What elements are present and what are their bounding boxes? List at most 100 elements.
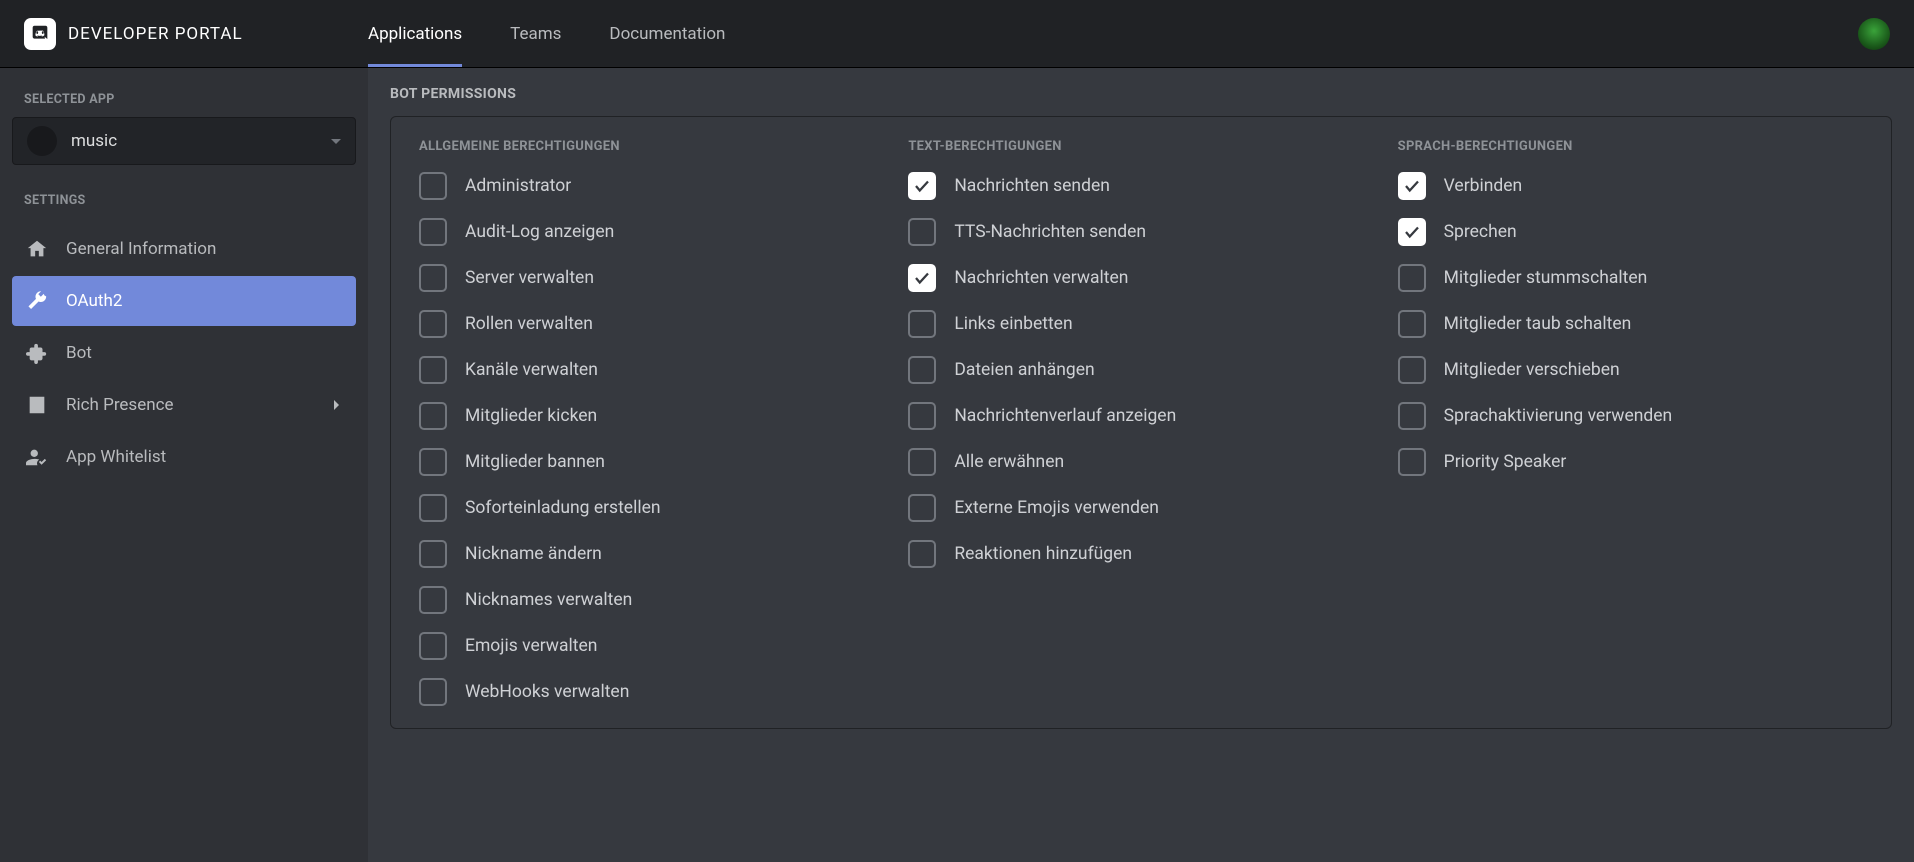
permission-label: Priority Speaker [1444,452,1567,472]
permission-checkbox[interactable]: Rollen verwalten [419,310,884,338]
chevron-down-icon [331,132,341,151]
nav-applications[interactable]: Applications [368,0,462,67]
checkbox-icon [419,678,447,706]
permission-label: Mitglieder stummschalten [1444,268,1648,288]
permission-label: Kanäle verwalten [465,360,598,380]
checkbox-icon [1398,356,1426,384]
checkbox-icon [1398,172,1426,200]
permission-checkbox[interactable]: Links einbetten [908,310,1373,338]
perm-list-general: Administrator Audit-Log anzeigen Server ve… [419,172,884,706]
permission-checkbox[interactable]: Nachrichtenverlauf anzeigen [908,402,1373,430]
checkbox-icon [419,632,447,660]
permission-checkbox[interactable]: Emojis verwalten [419,632,884,660]
permission-label: Mitglieder bannen [465,452,605,472]
nav-teams[interactable]: Teams [510,0,561,67]
sidebar-item-bot[interactable]: Bot [12,328,356,378]
permission-checkbox[interactable]: Mitglieder bannen [419,448,884,476]
permission-label: Audit-Log anzeigen [465,222,614,242]
permission-label: Rollen verwalten [465,314,593,334]
permission-label: Sprachaktivierung verwenden [1444,406,1673,426]
permission-checkbox[interactable]: Server verwalten [419,264,884,292]
app-selector[interactable]: music [12,117,356,165]
permission-checkbox[interactable]: Nickname ändern [419,540,884,568]
permission-checkbox[interactable]: Nachrichten verwalten [908,264,1373,292]
wrench-icon [26,290,48,312]
perm-col-general: ALLGEMEINE BERECHTIGUNGEN AdministratorA… [419,139,884,706]
permission-checkbox[interactable]: Sprechen [1398,218,1863,246]
checkbox-icon [419,402,447,430]
settings-label: SETTINGS [12,193,356,218]
permission-label: Externe Emojis verwenden [954,498,1159,518]
permission-checkbox[interactable]: Audit-Log anzeigen [419,218,884,246]
permission-label: Administrator [465,176,571,196]
checkbox-icon [419,448,447,476]
sidebar-item-oauth2[interactable]: OAuth2 [12,276,356,326]
selected-app-label: SELECTED APP [12,92,356,117]
checkbox-icon [419,356,447,384]
discord-logo-icon [24,18,56,50]
perm-list-text: Nachrichten senden TTS-Nachrichten senden… [908,172,1373,568]
checkbox-icon [419,218,447,246]
checkbox-icon [908,310,936,338]
app-header: DEVELOPER PORTAL Applications Teams Docu… [0,0,1914,68]
selected-app-name: music [71,131,117,151]
brand: DEVELOPER PORTAL [24,18,368,50]
permission-checkbox[interactable]: Nicknames verwalten [419,586,884,614]
checkbox-icon [419,586,447,614]
permission-checkbox[interactable]: Reaktionen hinzufügen [908,540,1373,568]
permission-label: WebHooks verwalten [465,682,629,702]
checkbox-icon [419,494,447,522]
permission-checkbox[interactable]: Soforteinladung erstellen [419,494,884,522]
sidebar: SELECTED APP music SETTINGS General Info… [0,68,368,862]
permission-label: Mitglieder kicken [465,406,597,426]
permission-checkbox[interactable]: Mitglieder stummschalten [1398,264,1863,292]
permission-label: Mitglieder verschieben [1444,360,1620,380]
perm-col-title: SPRACH-BERECHTIGUNGEN [1398,139,1863,154]
nav-documentation[interactable]: Documentation [609,0,725,67]
checkbox-icon [908,448,936,476]
permission-checkbox[interactable]: Priority Speaker [1398,448,1863,476]
sidebar-item-app-whitelist[interactable]: App Whitelist [12,432,356,482]
permission-checkbox[interactable]: Nachrichten senden [908,172,1373,200]
permission-checkbox[interactable]: Sprachaktivierung verwenden [1398,402,1863,430]
brand-text: DEVELOPER PORTAL [68,24,243,44]
permission-label: Dateien anhängen [954,360,1094,380]
chevron-right-icon [332,395,342,415]
permission-checkbox[interactable]: WebHooks verwalten [419,678,884,706]
header-nav: Applications Teams Documentation [368,0,725,67]
permission-checkbox[interactable]: Administrator [419,172,884,200]
permission-label: Alle erwähnen [954,452,1064,472]
user-avatar[interactable] [1858,18,1890,50]
permission-checkbox[interactable]: Mitglieder taub schalten [1398,310,1863,338]
checkbox-icon [1398,264,1426,292]
sidebar-item-label: OAuth2 [66,291,122,311]
checkbox-icon [1398,402,1426,430]
permission-checkbox[interactable]: TTS-Nachrichten senden [908,218,1373,246]
perm-list-voice: Verbinden Sprechen Mitglieder stummschalte… [1398,172,1863,476]
permission-columns: ALLGEMEINE BERECHTIGUNGEN AdministratorA… [419,139,1863,706]
permission-label: Links einbetten [954,314,1072,334]
permission-label: Reaktionen hinzufügen [954,544,1132,564]
permission-checkbox[interactable]: Externe Emojis verwenden [908,494,1373,522]
permission-label: Sprechen [1444,222,1517,242]
sidebar-item-label: App Whitelist [66,447,166,467]
permission-label: TTS-Nachrichten senden [954,222,1146,242]
permission-checkbox[interactable]: Mitglieder verschieben [1398,356,1863,384]
sidebar-item-general-information[interactable]: General Information [12,224,356,274]
section-title: BOT PERMISSIONS [390,68,1892,116]
checkbox-icon [908,540,936,568]
sidebar-item-label: Bot [66,343,92,363]
permission-checkbox[interactable]: Verbinden [1398,172,1863,200]
permission-checkbox[interactable]: Kanäle verwalten [419,356,884,384]
checkbox-icon [908,218,936,246]
permission-checkbox[interactable]: Dateien anhängen [908,356,1373,384]
checkbox-icon [1398,448,1426,476]
sidebar-item-rich-presence[interactable]: Rich Presence [12,380,356,430]
permission-checkbox[interactable]: Mitglieder kicken [419,402,884,430]
permissions-panel: ALLGEMEINE BERECHTIGUNGEN AdministratorA… [390,116,1892,729]
checkbox-icon [908,494,936,522]
checkbox-icon [908,402,936,430]
content: BOT PERMISSIONS ALLGEMEINE BERECHTIGUNGE… [368,68,1914,862]
permission-label: Nachrichtenverlauf anzeigen [954,406,1176,426]
permission-checkbox[interactable]: Alle erwähnen [908,448,1373,476]
